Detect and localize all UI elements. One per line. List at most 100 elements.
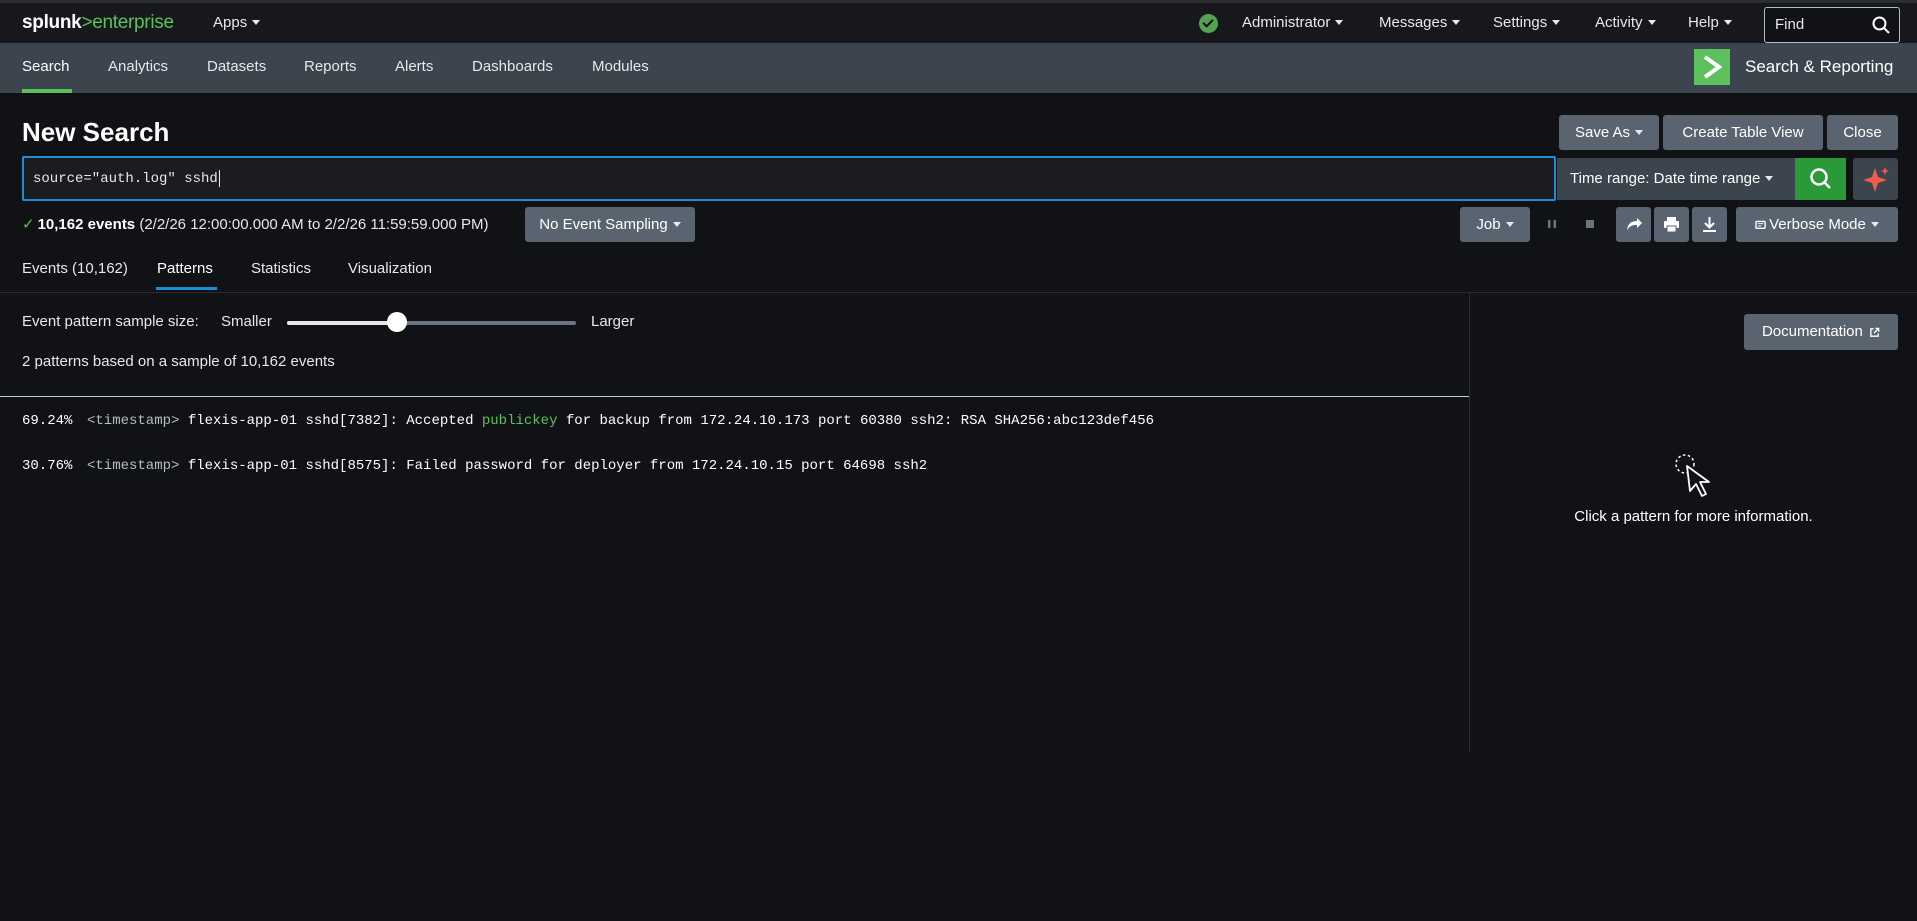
external-link-icon <box>1870 327 1880 337</box>
sparkle-icon <box>1863 167 1889 192</box>
menu-messages[interactable]: Messages <box>1379 14 1461 31</box>
print-icon <box>1664 217 1679 233</box>
tab-reports[interactable]: Reports <box>304 58 357 75</box>
tab-statistics[interactable]: Statistics <box>251 260 311 277</box>
slider-handle[interactable] <box>386 312 407 332</box>
export-button[interactable] <box>1692 207 1727 242</box>
apps-menu[interactable]: Apps <box>213 14 261 31</box>
caret-down-icon <box>1647 19 1656 25</box>
caret-down-icon <box>1505 221 1514 227</box>
ai-assistant-button[interactable] <box>1853 158 1898 200</box>
pattern-timestamp-token: <timestamp> <box>87 458 180 474</box>
page-title: New Search <box>22 117 170 147</box>
text-cursor <box>218 170 220 187</box>
menu-activity-label: Activity <box>1595 14 1643 31</box>
tab-patterns[interactable]: Patterns <box>157 260 213 277</box>
menu-settings-label: Settings <box>1493 14 1548 31</box>
slider-fill <box>287 321 397 325</box>
pattern-timestamp-token: <timestamp> <box>87 413 180 429</box>
tab-dashboards[interactable]: Dashboards <box>472 58 553 75</box>
pattern-percent: 30.76% <box>22 458 73 474</box>
logo-main-text: splunk <box>22 12 82 33</box>
tab-datasets[interactable]: Datasets <box>207 58 266 75</box>
check-icon: ✓ <box>22 216 35 233</box>
pattern-text: flexis-app-01 sshd[7382]: Accepted <box>179 413 482 429</box>
caret-down-icon <box>1765 175 1774 181</box>
caret-down-icon <box>1552 19 1561 25</box>
pattern-row[interactable]: 30.76% <timestamp> flexis-app-01 sshd[857… <box>22 458 927 474</box>
search-submit-button[interactable] <box>1795 158 1846 200</box>
create-table-view-button[interactable]: Create Table View <box>1663 115 1823 150</box>
search-icon[interactable] <box>1872 16 1890 34</box>
event-count: 10,162 events <box>37 216 136 233</box>
slider-min-label: Smaller <box>221 313 272 330</box>
sample-size-label: Event pattern sample size: <box>22 313 199 330</box>
tabs-divider <box>0 292 1917 293</box>
health-status-icon[interactable] <box>1199 14 1218 33</box>
pattern-text: for backup from 172.24.10.173 port 60380… <box>557 413 1154 429</box>
stop-icon[interactable] <box>1583 217 1597 231</box>
top-bar: splunk>enterprise Apps Administrator Mes… <box>0 0 1917 43</box>
menu-messages-label: Messages <box>1379 14 1448 31</box>
tab-search[interactable]: Search <box>22 58 70 75</box>
search-query-text: source="auth.log" sshd <box>33 171 218 188</box>
tab-visualization[interactable]: Visualization <box>348 260 432 277</box>
pointer-click-icon <box>1675 454 1710 497</box>
find-box <box>1764 7 1900 43</box>
event-sampling-label: No Event Sampling <box>539 216 668 233</box>
caret-down-icon <box>1635 129 1644 135</box>
pause-icon[interactable] <box>1545 217 1559 231</box>
caret-down-icon <box>252 19 261 25</box>
splunk-logo[interactable]: splunk>enterprise <box>22 12 174 34</box>
slider-max-label: Larger <box>591 313 635 330</box>
menu-settings[interactable]: Settings <box>1493 14 1561 31</box>
time-range-picker[interactable]: Time range: Date time range <box>1557 158 1795 200</box>
time-range-label: Time range: Date time range <box>1570 170 1761 187</box>
search-input[interactable]: source="auth.log" sshd <box>22 156 1556 201</box>
tab-alerts[interactable]: Alerts <box>395 58 433 75</box>
save-as-button[interactable]: Save As <box>1559 115 1659 150</box>
search-mode-dropdown[interactable]: Verbose Mode <box>1736 207 1898 242</box>
find-input[interactable] <box>1775 16 1865 33</box>
caret-down-icon <box>672 221 681 227</box>
search-mode-label: Verbose Mode <box>1769 216 1866 233</box>
caret-down-icon <box>1870 221 1879 227</box>
time-range-text: (2/2/26 12:00:00.000 AM to 2/2/26 11:59:… <box>139 216 489 233</box>
pattern-hint: Click a pattern for more information. <box>1574 508 1813 525</box>
caret-down-icon <box>1452 19 1461 25</box>
menu-help-label: Help <box>1688 14 1719 31</box>
active-results-tab-indicator <box>156 287 217 290</box>
mode-icon <box>1755 220 1766 229</box>
job-summary: ✓ 10,162 events (2/2/26 12:00:00.000 AM t… <box>22 215 488 233</box>
pattern-text: flexis-app-01 sshd[8575]: Failed passwor… <box>179 458 928 474</box>
tab-modules[interactable]: Modules <box>592 58 649 75</box>
app-bar: Search Analytics Datasets Reports Alerts… <box>0 43 1917 93</box>
job-menu-label: Job <box>1476 216 1501 233</box>
tab-events[interactable]: Events (10,162) <box>22 260 128 277</box>
share-button[interactable] <box>1616 207 1651 242</box>
tab-analytics[interactable]: Analytics <box>108 58 168 75</box>
save-as-label: Save As <box>1574 124 1631 141</box>
search-icon <box>1810 168 1831 189</box>
menu-administrator[interactable]: Administrator <box>1242 14 1344 31</box>
logo-accent-text: >enterprise <box>81 12 174 33</box>
menu-administrator-label: Administrator <box>1242 14 1331 31</box>
caret-down-icon <box>1335 19 1344 25</box>
print-button[interactable] <box>1654 207 1689 242</box>
menu-activity[interactable]: Activity <box>1595 14 1656 31</box>
caret-down-icon <box>1723 19 1732 25</box>
close-button[interactable]: Close <box>1827 115 1898 150</box>
job-menu-button[interactable]: Job <box>1460 207 1530 242</box>
app-name[interactable]: Search & Reporting <box>1745 57 1893 77</box>
pattern-row[interactable]: 69.24% <timestamp> flexis-app-01 sshd[738… <box>22 413 1154 429</box>
share-icon <box>1627 218 1642 230</box>
apps-menu-label: Apps <box>213 14 248 31</box>
documentation-button[interactable]: Documentation <box>1744 314 1898 350</box>
active-tab-indicator <box>22 89 72 93</box>
documentation-label: Documentation <box>1761 323 1863 340</box>
app-logo-icon <box>1694 49 1730 85</box>
menu-help[interactable]: Help <box>1688 14 1732 31</box>
patterns-summary: 2 patterns based on a sample of 10,162 e… <box>22 353 335 370</box>
download-icon <box>1703 217 1716 232</box>
event-sampling-dropdown[interactable]: No Event Sampling <box>525 207 695 242</box>
